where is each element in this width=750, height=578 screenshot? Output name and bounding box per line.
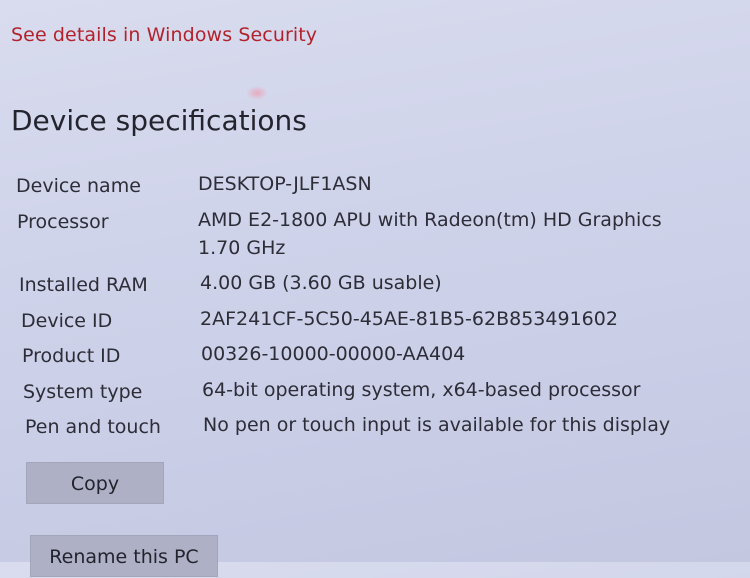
spec-value-processor-speed: 1.70 GHz (198, 237, 286, 259)
spec-value-installed-ram: 4.00 GB (3.60 GB usable) (200, 272, 442, 294)
spec-label-pen-and-touch: Pen and touch (25, 416, 161, 438)
rename-pc-button[interactable]: Rename this PC (30, 535, 218, 577)
spec-label-processor: Processor (17, 211, 109, 233)
windows-security-link[interactable]: See details in Windows Security (11, 24, 317, 46)
spec-label-device-name: Device name (16, 175, 141, 197)
spec-value-system-type: 64-bit operating system, x64-based proce… (202, 379, 641, 401)
screen-glare (246, 86, 268, 100)
spec-label-installed-ram: Installed RAM (19, 274, 148, 296)
spec-value-device-id: 2AF241CF-5C50-45AE-81B5-62B853491602 (200, 308, 618, 330)
spec-value-device-name: DESKTOP-JLF1ASN (198, 173, 372, 195)
copy-button[interactable]: Copy (26, 462, 164, 504)
device-specifications-heading: Device specifications (11, 104, 307, 137)
spec-value-product-id: 00326-10000-00000-AA404 (201, 343, 466, 365)
spec-value-pen-and-touch: No pen or touch input is available for t… (203, 414, 671, 436)
spec-value-processor: AMD E2-1800 APU with Radeon(tm) HD Graph… (198, 209, 662, 231)
spec-label-system-type: System type (23, 381, 143, 403)
spec-label-product-id: Product ID (22, 345, 121, 367)
spec-label-device-id: Device ID (21, 310, 113, 332)
